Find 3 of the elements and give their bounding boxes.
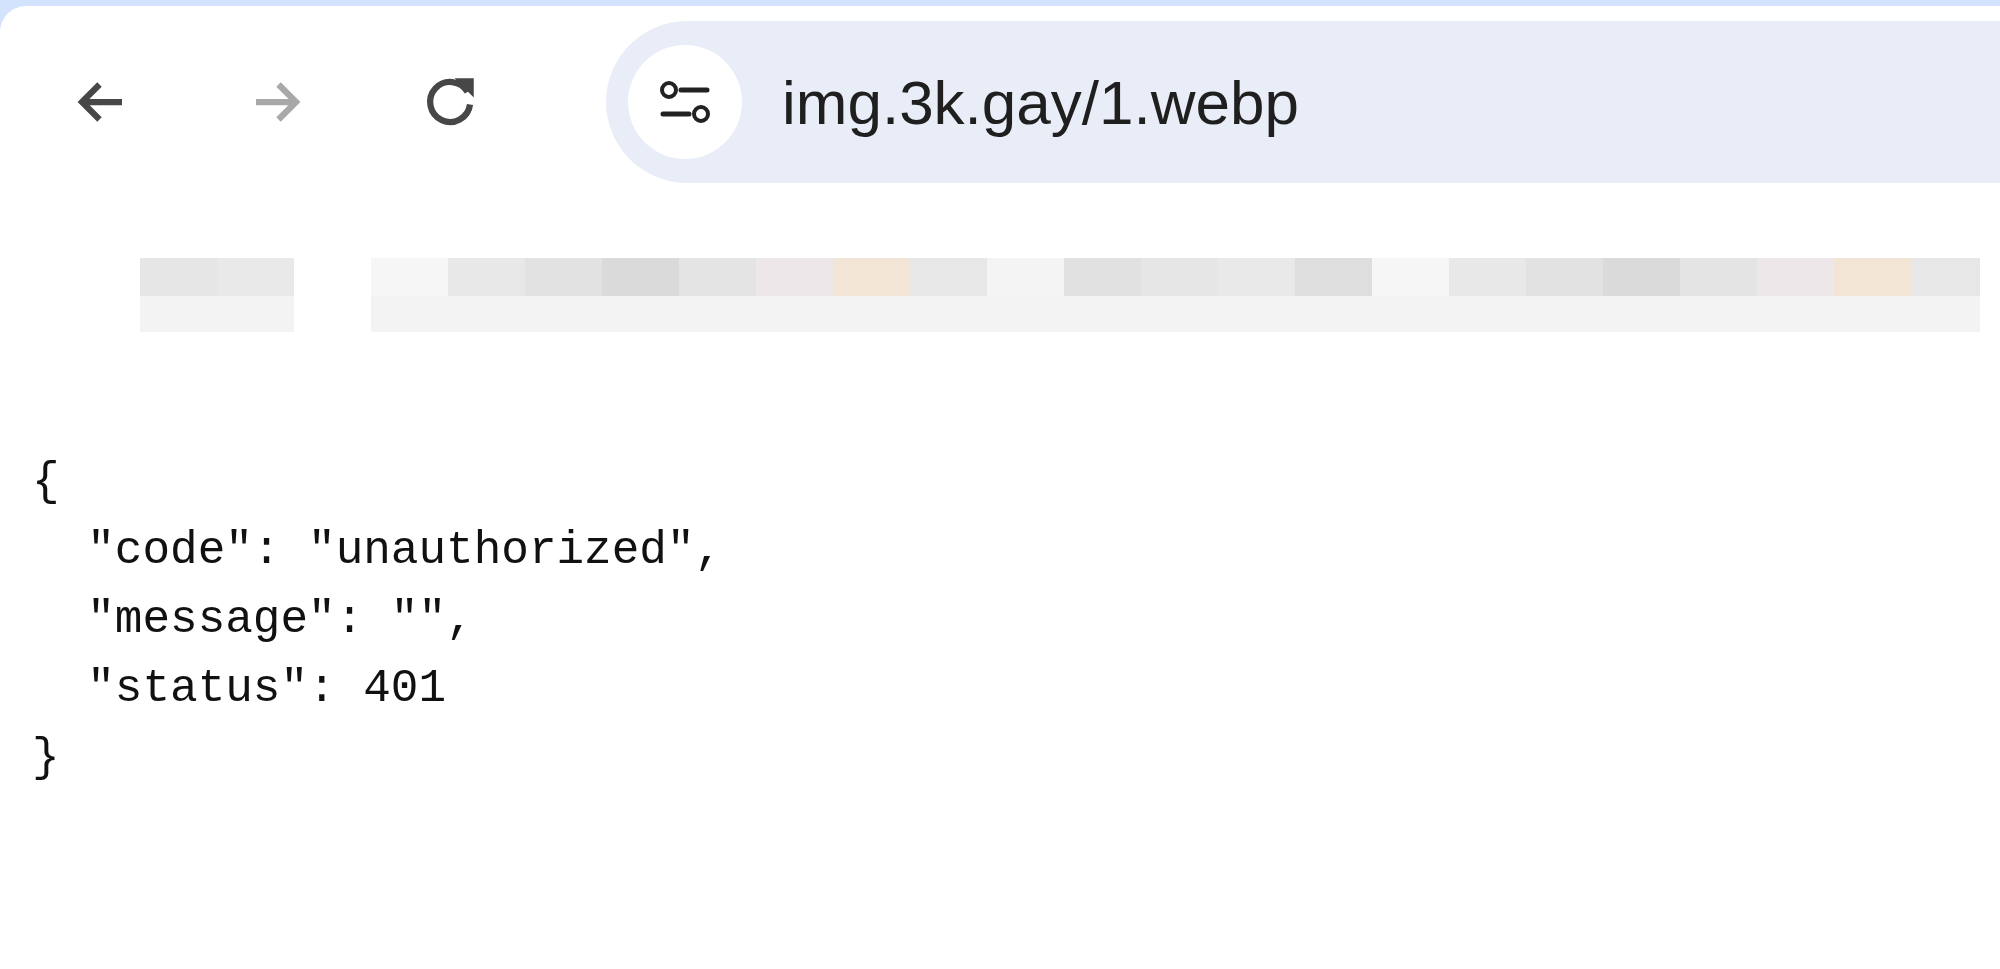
json-response-text: { "code": "unauthorized", "message": "", "status": 401 } (32, 455, 724, 786)
address-bar[interactable]: img.3k.gay/1.webp (606, 21, 2000, 183)
url-text: img.3k.gay/1.webp (782, 66, 1299, 138)
